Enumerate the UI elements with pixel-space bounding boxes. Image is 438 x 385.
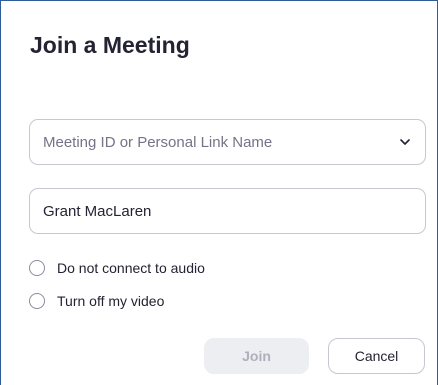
meeting-id-combobox[interactable] (29, 119, 426, 165)
meeting-id-input[interactable] (30, 120, 385, 164)
name-field[interactable] (29, 188, 426, 234)
join-meeting-dialog: Join a Meeting Do not connect to audio T… (0, 0, 438, 385)
cancel-button[interactable]: Cancel (328, 338, 425, 374)
no-audio-option[interactable]: Do not connect to audio (29, 260, 205, 276)
chevron-down-icon[interactable] (385, 120, 425, 164)
name-input[interactable] (30, 189, 425, 233)
join-button[interactable]: Join (204, 338, 309, 374)
video-off-checkbox[interactable] (29, 293, 45, 309)
dialog-title: Join a Meeting (30, 32, 190, 58)
video-off-option[interactable]: Turn off my video (29, 293, 164, 309)
no-audio-label: Do not connect to audio (57, 260, 205, 276)
video-off-label: Turn off my video (57, 293, 165, 309)
no-audio-checkbox[interactable] (29, 260, 45, 276)
